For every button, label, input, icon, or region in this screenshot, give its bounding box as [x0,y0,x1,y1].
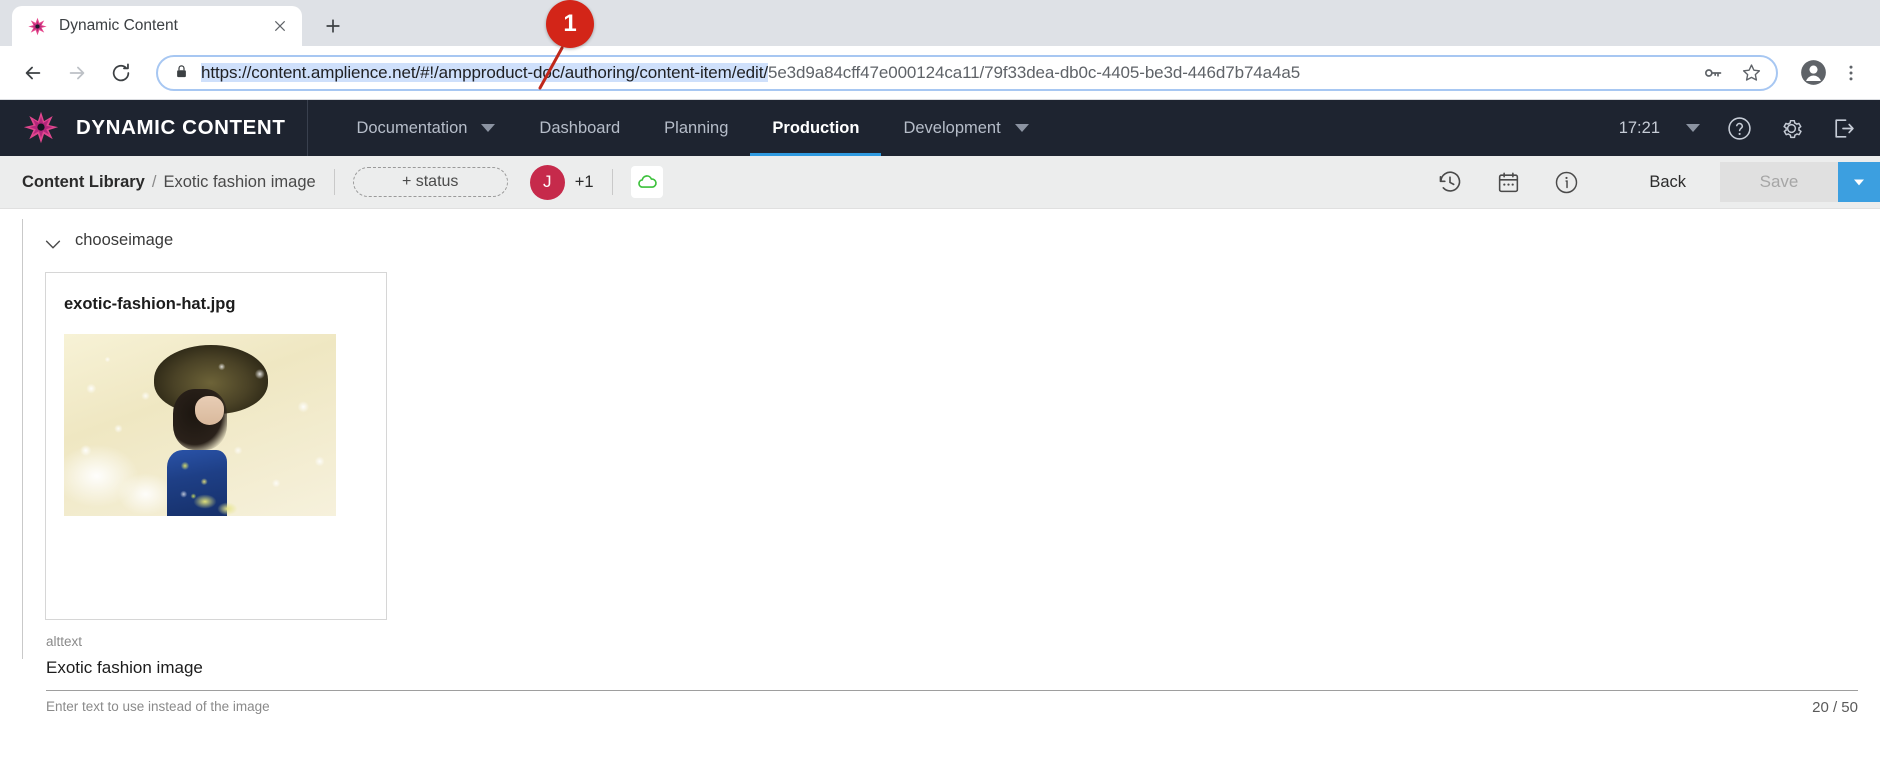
chevron-down-icon[interactable] [45,236,61,249]
browser-toolbar: https://content.amplience.net/#!/ampprod… [0,46,1880,100]
nav-label: Dashboard [539,118,621,137]
alttext-input[interactable]: Exotic fashion image [46,658,1858,690]
profile-avatar-icon[interactable] [1794,54,1832,92]
tab-strip: Dynamic Content [0,0,1880,46]
chevron-down-icon[interactable] [1686,124,1700,132]
save-button: Save [1720,162,1838,202]
nav-label: Planning [664,118,729,137]
field-group-label: chooseimage [75,231,174,249]
browser-window: Dynamic Content https://content.amplienc… [0,0,1880,777]
forward-arrow-icon [58,54,96,92]
clock-label: 17:21 [1618,118,1660,137]
extra-users-count: +1 [574,172,594,191]
thumbnail-snow [64,334,336,516]
star-icon[interactable] [1738,60,1764,86]
history-clock-icon[interactable] [1435,167,1465,197]
breadcrumb-current-item: Exotic fashion image [163,172,316,191]
back-button[interactable]: Back [1649,173,1686,192]
amplience-star-icon [28,17,47,36]
breadcrumb-content-library[interactable]: Content Library [22,173,145,192]
nav-item-production[interactable]: Production [750,100,882,156]
alttext-field-group: alttext Exotic fashion image Enter text … [46,634,1858,716]
avatar[interactable]: J [529,164,565,200]
nav-label: Documentation [356,118,468,137]
nav-item-planning[interactable]: Planning [642,100,750,156]
nav-label: Production [772,118,860,137]
brand-logo-area[interactable]: DYNAMIC CONTENT [0,100,309,156]
address-bar[interactable]: https://content.amplience.net/#!/ampprod… [156,54,1778,91]
key-icon[interactable] [1700,60,1726,86]
tab-title: Dynamic Content [59,17,178,34]
main-content: chooseimage exotic-fashion-hat.jpg altte… [0,209,1880,730]
url-remainder: 5e3d9a84cff47e000124ca11/79f33dea-db0c-4… [767,62,1301,82]
lock-icon [174,64,189,81]
form-content: chooseimage exotic-fashion-hat.jpg altte… [23,209,1880,730]
close-icon[interactable] [268,14,292,38]
info-circle-icon[interactable] [1551,167,1581,197]
app-header: DYNAMIC CONTENT Documentation Dashboard … [0,100,1880,156]
chevron-down-icon [1014,124,1029,132]
image-card[interactable]: exotic-fashion-hat.jpg [45,272,387,620]
alttext-label: alttext [46,634,83,649]
alttext-character-counter: 20 / 50 [1812,699,1858,716]
image-thumbnail[interactable] [64,334,336,516]
cloud-status-icon[interactable] [630,166,663,198]
new-tab-button[interactable] [316,9,350,43]
field-group-header[interactable]: chooseimage [45,231,1880,250]
content-toolbar: Content Library / Exotic fashion image +… [0,156,1880,209]
reload-icon[interactable] [102,54,140,92]
nav-item-documentation[interactable]: Documentation [334,100,517,156]
three-dot-menu-icon[interactable] [1836,54,1866,92]
alttext-underline [46,690,1858,691]
app-header-right: 17:21 [1619,115,1880,141]
amplience-starburst-logo [22,110,60,146]
chevron-down-icon [481,124,496,132]
brand-title: DYNAMIC CONTENT [76,116,286,139]
app-nav: Documentation Dashboard Planning Product… [308,100,1050,156]
image-filename: exotic-fashion-hat.jpg [64,295,236,313]
breadcrumb-separator: / [151,172,157,191]
alttext-hint: Enter text to use instead of the image [46,699,270,714]
nav-item-dashboard[interactable]: Dashboard [517,100,642,156]
nav-label: Development [903,118,1001,137]
gear-icon[interactable] [1778,115,1804,141]
help-circle-icon[interactable] [1726,115,1752,141]
nav-item-development[interactable]: Development [881,100,1050,156]
url-text: https://content.amplience.net/#!/ampprod… [201,62,1688,83]
browser-tab[interactable]: Dynamic Content [12,6,302,46]
url-selected-part: https://content.amplience.net/#!/ampprod… [201,62,768,82]
save-dropdown-button[interactable] [1838,162,1880,202]
toolbar-actions: Back Save [1421,162,1880,202]
toolbar-right-icons [1794,54,1866,92]
divider [333,169,335,195]
alttext-footer: Enter text to use instead of the image 2… [46,699,1858,716]
logout-icon[interactable] [1830,115,1856,141]
back-arrow-icon[interactable] [14,54,52,92]
calendar-icon[interactable] [1493,167,1523,197]
divider [611,169,613,195]
add-status-button[interactable]: + status [352,167,508,197]
